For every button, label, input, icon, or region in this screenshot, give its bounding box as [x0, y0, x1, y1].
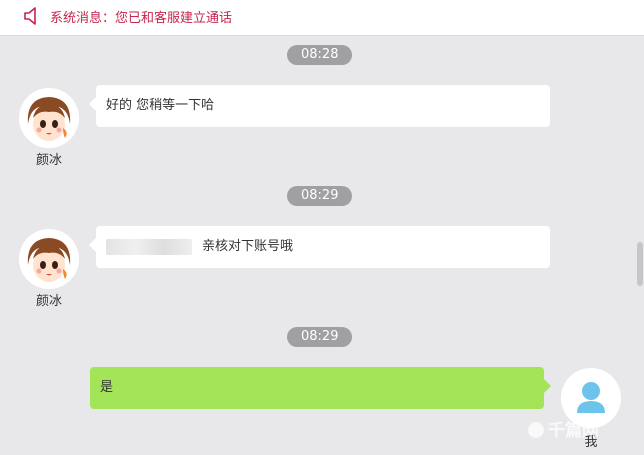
agent-name: 颜冰: [35, 153, 62, 168]
redacted-blur: [106, 238, 192, 255]
timestamp-pill: 08:29: [287, 327, 353, 347]
system-message-text: 系统消息：您已和客服建立通话: [50, 11, 233, 26]
agent-avatar: [19, 88, 79, 148]
message-text: 亲核对下账号哦: [202, 239, 294, 254]
message-text: 是: [100, 380, 114, 395]
user-message-bubble: 是: [90, 367, 551, 409]
timestamp-pill: 08:29: [287, 186, 353, 206]
agent-message-bubble: 亲核对下账号哦: [89, 226, 550, 268]
speaker-icon: [24, 7, 36, 25]
agent-name: 颜冰: [35, 294, 62, 309]
message-text: 好的 您稍等一下哈: [106, 98, 215, 113]
agent-message-bubble: 好的 您稍等一下哈: [89, 85, 550, 127]
timestamp-pill: 08:28: [287, 45, 353, 65]
watermark: 千篇网: [528, 416, 599, 441]
system-message-bar: 系统消息：您已和客服建立通话: [0, 0, 644, 36]
agent-avatar: [19, 229, 79, 289]
scrollbar-thumb[interactable]: [637, 242, 643, 286]
